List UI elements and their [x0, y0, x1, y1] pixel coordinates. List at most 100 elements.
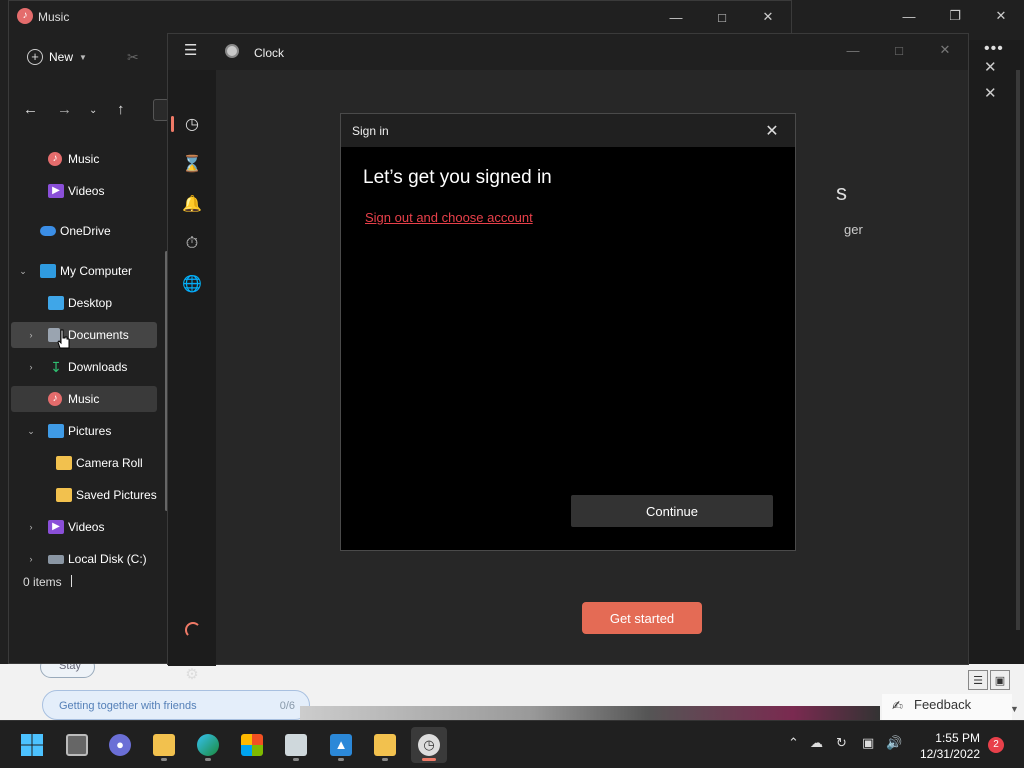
chevron-right-icon[interactable]: › [25, 554, 37, 564]
notification-badge[interactable]: 2 [988, 737, 1004, 753]
sync-icon[interactable]: ↻ [836, 735, 847, 751]
sidebar-item-saved-pictures[interactable]: Saved Pictures [11, 482, 157, 508]
status-divider [71, 575, 72, 587]
sign-in-titlebar[interactable]: Sign in ✕ [341, 114, 795, 147]
sidebar-item-videos[interactable]: › ▶ Videos [11, 514, 157, 540]
windows-logo-icon [21, 734, 43, 756]
clock-taskbar-button[interactable]: ◷ [411, 727, 447, 763]
explorer-close-button[interactable]: ✕ [745, 1, 791, 33]
sidebar-item-label: Documents [68, 328, 129, 342]
background-scrollbar[interactable] [1016, 70, 1020, 630]
recent-locations-icon[interactable]: ⌄ [89, 105, 97, 116]
edge-taskbar-button[interactable] [190, 727, 226, 763]
active-indicator [171, 116, 174, 132]
close-icon[interactable]: ✕ [984, 84, 997, 102]
background-image-strip [300, 706, 880, 720]
network-icon[interactable]: ▣ [862, 735, 874, 751]
explorer-title: Music [38, 10, 70, 24]
feedback-icon: ✍ [892, 698, 903, 713]
photos-taskbar-button[interactable]: ▲ [323, 727, 359, 763]
videos-icon: ▶ [48, 184, 64, 198]
focus-sessions-icon[interactable]: ◷ [176, 108, 208, 140]
chevron-down-icon[interactable]: ⌄ [17, 266, 29, 277]
explorer-toolbar: + New ▼ ✂ [9, 41, 169, 77]
file-explorer-2-taskbar-button[interactable] [367, 727, 403, 763]
explorer-minimize-button[interactable]: — [653, 1, 699, 33]
sidebar-item-camera-roll[interactable]: Camera Roll [11, 450, 157, 476]
plus-icon: + [27, 49, 43, 65]
download-icon: ↧ [50, 359, 62, 375]
forward-icon[interactable]: → [57, 101, 72, 118]
clock-icon: ◷ [418, 734, 440, 756]
clock-title: Clock [254, 46, 285, 60]
drive-icon [48, 554, 64, 564]
sidebar-item-videos[interactable]: ▶ Videos [11, 178, 157, 204]
tiles-view-icon[interactable]: ▣ [990, 670, 1010, 690]
background-close-button[interactable]: ✕ [978, 0, 1024, 32]
sidebar-item-documents[interactable]: › Documents [11, 322, 157, 348]
sidebar-item-my-computer[interactable]: ⌄ My Computer [11, 258, 157, 284]
chevron-right-icon[interactable]: › [25, 362, 37, 372]
chevron-right-icon[interactable]: › [25, 330, 37, 340]
clock-minimize-button[interactable]: — [830, 34, 876, 66]
cut-icon[interactable]: ✂ [127, 49, 139, 66]
cloud-sync-icon[interactable]: ☁ [810, 735, 823, 751]
chevron-up-icon[interactable]: ⌃ [788, 735, 799, 751]
menu-icon[interactable]: ☰ [184, 43, 200, 58]
timer-icon[interactable]: ⌛ [176, 148, 208, 180]
folder-icon [153, 734, 175, 756]
sidebar-item-pictures[interactable]: ⌄ Pictures [11, 418, 157, 444]
settings-gear-icon[interactable]: ⚙ [176, 658, 208, 690]
clock-close-button[interactable]: ✕ [922, 34, 968, 66]
control-panel-taskbar-button[interactable] [278, 727, 314, 763]
explorer-maximize-button[interactable]: □ [699, 1, 745, 33]
chevron-down-icon[interactable]: ⌄ [25, 426, 37, 437]
sidebar-item-desktop[interactable]: Desktop [11, 290, 157, 316]
task-view-button[interactable] [59, 727, 95, 763]
scroll-down-icon[interactable]: ▼ [1010, 704, 1019, 714]
sign-in-progress-icon[interactable] [185, 622, 201, 638]
close-icon[interactable]: ✕ [984, 58, 997, 76]
sidebar-item-local-disk[interactable]: › Local Disk (C:) [11, 546, 157, 572]
sidebar-item-downloads[interactable]: › ↧ Downloads [11, 354, 157, 380]
background-suggestion-chip[interactable]: Getting together with friends 0/6 [42, 690, 310, 720]
sidebar-item-music[interactable]: ♪ Music [11, 386, 157, 412]
suggestion-label: Getting together with friends [59, 700, 197, 712]
sidebar-item-music[interactable]: ♪ Music [11, 146, 157, 172]
volume-icon[interactable]: 🔊 [886, 735, 902, 751]
alarm-icon[interactable]: 🔔 [176, 188, 208, 220]
get-started-button[interactable]: Get started [582, 602, 702, 634]
back-icon[interactable]: ← [23, 101, 38, 118]
folder-icon [56, 488, 72, 502]
up-icon[interactable]: ↑ [117, 101, 125, 118]
start-button[interactable] [14, 727, 50, 763]
stopwatch-icon[interactable]: ⏱ [176, 228, 208, 260]
background-minimize-button[interactable]: — [886, 0, 932, 32]
clock-maximize-button[interactable]: □ [876, 34, 922, 66]
sidebar-item-onedrive[interactable]: OneDrive [11, 218, 157, 244]
running-indicator [422, 758, 436, 761]
background-restore-button[interactable]: ❐ [932, 0, 978, 32]
store-taskbar-button[interactable] [234, 727, 270, 763]
sign-in-close-button[interactable]: ✕ [749, 114, 795, 147]
pictures-icon [48, 424, 64, 438]
photos-icon: ▲ [330, 734, 352, 756]
background-text-fragment: ger [844, 222, 863, 237]
sign-out-choose-account-link[interactable]: Sign out and choose account [365, 210, 533, 225]
computer-icon [40, 264, 56, 278]
details-view-icon[interactable]: ☰ [968, 670, 988, 690]
continue-button[interactable]: Continue [571, 495, 773, 527]
world-clock-icon[interactable]: 🌐 [176, 268, 208, 300]
feedback-button[interactable]: ✍ Feedback [882, 694, 1012, 720]
more-options-icon[interactable]: ••• [984, 40, 1004, 58]
suggestion-count: 0/6 [279, 700, 295, 712]
chevron-right-icon[interactable]: › [25, 522, 37, 532]
clock-date-display[interactable]: 1:55 PM 12/31/2022 [918, 730, 980, 762]
running-indicator [338, 758, 344, 761]
explorer-titlebar[interactable]: ♪ Music — □ ✕ [9, 1, 791, 33]
tray-date: 12/31/2022 [919, 747, 980, 761]
clock-titlebar[interactable]: ☰ Clock — □ ✕ [168, 34, 968, 70]
file-explorer-taskbar-button[interactable] [146, 727, 182, 763]
teams-chat-button[interactable]: ● [102, 727, 138, 763]
new-button[interactable]: + New ▼ [27, 49, 87, 65]
